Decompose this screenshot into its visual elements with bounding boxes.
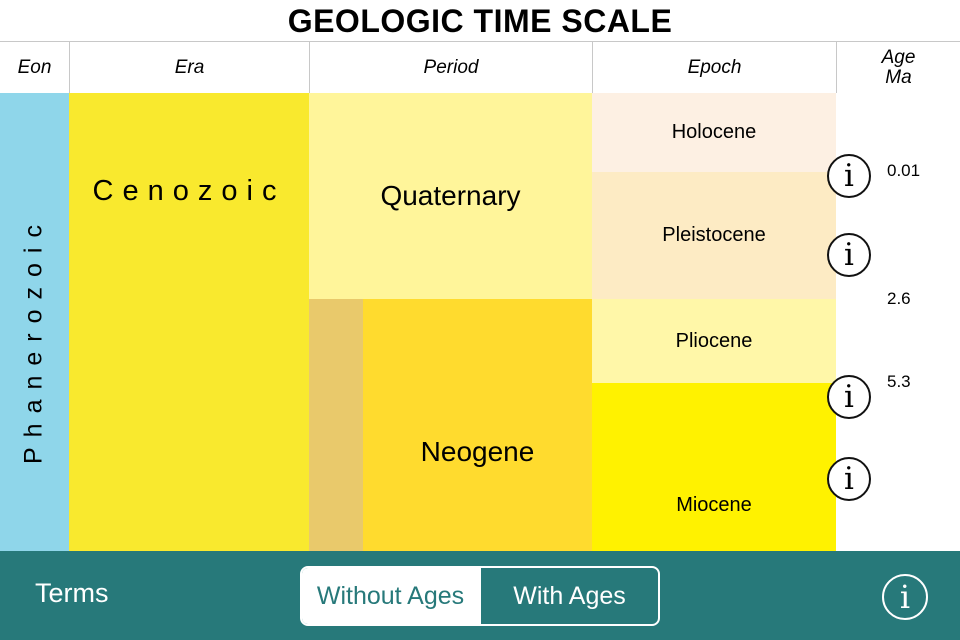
eon-label: Phanerozoic: [19, 215, 48, 464]
period-label-neogene: Neogene: [420, 436, 535, 467]
info-icon-about[interactable]: i: [882, 574, 928, 620]
period-quaternary[interactable]: Quaternary: [309, 93, 592, 299]
header-period: Period: [310, 42, 593, 93]
terms-button[interactable]: Terms: [35, 578, 109, 609]
epoch-label-pliocene: Pliocene: [675, 329, 753, 352]
header-epoch: Epoch: [593, 42, 837, 93]
info-icon-pliocene[interactable]: i: [827, 375, 871, 419]
page-title: GEOLOGIC TIME SCALE: [287, 3, 673, 39]
epoch-holocene[interactable]: Holocene: [592, 93, 836, 172]
period-label-quaternary: Quaternary: [380, 180, 521, 211]
header-age: Age Ma: [837, 42, 960, 93]
era-label: Cenozoic: [92, 175, 286, 207]
eon-phanerozoic[interactable]: Phanerozoic: [0, 93, 69, 551]
without-ages-segment[interactable]: Without Ages: [302, 568, 479, 624]
epoch-label-pleistocene: Pleistocene: [662, 224, 766, 246]
epoch-pleistocene[interactable]: Pleistocene: [592, 172, 836, 299]
epoch-label-holocene: Holocene: [671, 121, 757, 143]
epoch-label-miocene: Miocene: [676, 493, 752, 516]
with-ages-segment[interactable]: With Ages: [479, 568, 658, 624]
age-label: 0.01: [887, 161, 921, 180]
age-display-segmented-control: Without Ages With Ages: [300, 566, 660, 626]
period-neogene[interactable]: Neogene: [363, 299, 592, 551]
age-label: 2.6: [887, 289, 911, 308]
info-icon-pleistocene[interactable]: i: [827, 233, 871, 277]
header-eon: Eon: [0, 42, 70, 93]
age-label: 5.3: [887, 372, 911, 391]
header-era: Era: [70, 42, 310, 93]
period-neogene-strip: [309, 299, 363, 551]
info-icon-holocene[interactable]: i: [827, 154, 871, 198]
epoch-miocene[interactable]: Miocene: [592, 383, 836, 551]
era-cenozoic[interactable]: Cenozoic: [69, 93, 309, 551]
epoch-pliocene[interactable]: Pliocene: [592, 299, 836, 383]
info-icon-miocene[interactable]: i: [827, 457, 871, 501]
header-age-line2: Ma: [885, 66, 912, 88]
header-age-line1: Age: [881, 46, 916, 68]
